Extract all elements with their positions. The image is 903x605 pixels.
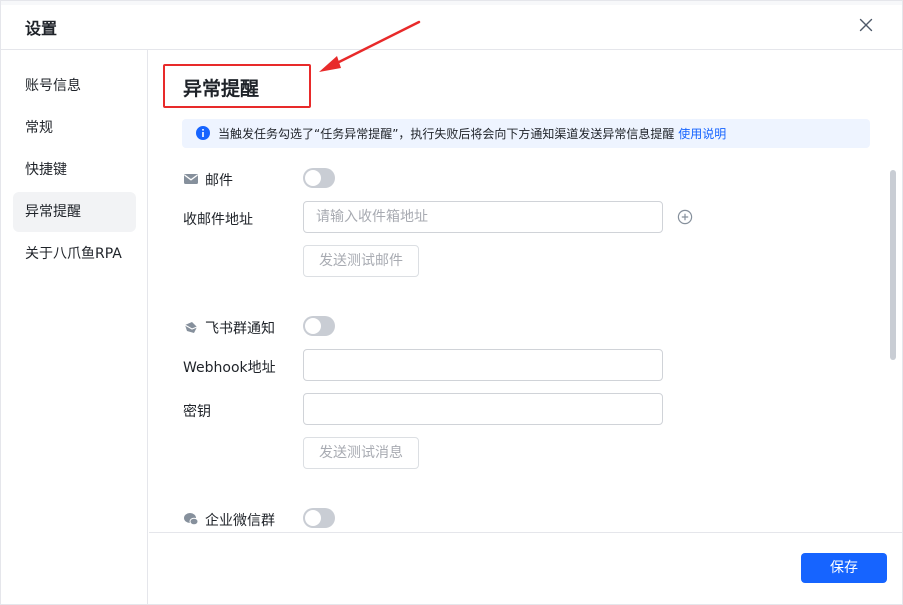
email-toggle[interactable] [303,168,335,188]
sidebar-item-label: 快捷键 [25,162,67,178]
secret-key-input[interactable] [303,393,663,425]
sidebar-item-alerts[interactable]: 异常提醒 [13,192,136,232]
feishu-toggle[interactable] [303,316,335,336]
sidebar-item-label: 异常提醒 [25,204,81,220]
send-test-message-button[interactable]: 发送测试消息 [303,437,419,469]
wecom-channel-label: 企业微信群 [205,513,275,529]
scrollbar-thumb[interactable] [890,170,896,360]
recipient-address-label: 收邮件地址 [183,212,253,228]
sidebar-item-account[interactable]: 账号信息 [13,66,136,106]
annotation-highlight-box [163,64,311,108]
wecom-icon [184,513,199,526]
annotation-arrow [319,20,421,72]
add-circle-icon[interactable] [677,209,693,225]
webhook-address-label: Webhook地址 [183,360,276,376]
info-message: 当触发任务勾选了“任务异常提醒”，执行失败后将会向下方通知渠道发送异常信息提醒 [218,127,675,141]
info-icon [196,126,210,140]
settings-dialog: 设置 账号信息 常规 快捷键 异常提醒 关于八爪鱼RPA 异常提醒 当触发任务勾… [0,0,903,605]
close-icon[interactable] [856,15,876,35]
sidebar-item-shortcuts[interactable]: 快捷键 [13,150,136,190]
alerts-panel: 异常提醒 当触发任务勾选了“任务异常提醒”，执行失败后将会向下方通知渠道发送异常… [149,50,902,532]
email-channel-label: 邮件 [205,173,233,189]
usage-guide-link[interactable]: 使用说明 [678,127,726,141]
mail-icon [184,174,198,184]
dialog-footer: 保存 [149,532,902,604]
feishu-channel-label: 飞书群通知 [205,321,275,337]
feishu-channel-row: 飞书群通知 [183,316,383,338]
secret-key-label: 密钥 [183,404,211,420]
webhook-address-input[interactable] [303,349,663,381]
recipient-address-input[interactable] [303,201,663,233]
sidebar-item-label: 常规 [25,120,53,136]
wecom-toggle[interactable] [303,508,335,528]
sidebar-item-general[interactable]: 常规 [13,108,136,148]
info-banner: 当触发任务勾选了“任务异常提醒”，执行失败后将会向下方通知渠道发送异常信息提醒 … [182,119,870,148]
dialog-title: 设置 [25,19,58,38]
settings-sidebar: 账号信息 常规 快捷键 异常提醒 关于八爪鱼RPA [1,50,148,604]
sidebar-item-label: 账号信息 [25,78,81,94]
send-test-email-button[interactable]: 发送测试邮件 [303,245,419,277]
sidebar-item-label: 关于八爪鱼RPA [25,246,122,262]
wecom-channel-row: 企业微信群 [183,508,383,530]
email-channel-row: 邮件 [183,168,383,190]
info-text: 当触发任务勾选了“任务异常提醒”，执行失败后将会向下方通知渠道发送异常信息提醒 … [218,125,726,142]
sidebar-item-about[interactable]: 关于八爪鱼RPA [13,234,136,274]
feishu-icon [184,322,198,333]
save-button[interactable]: 保存 [801,553,887,583]
dialog-header: 设置 [1,1,902,50]
